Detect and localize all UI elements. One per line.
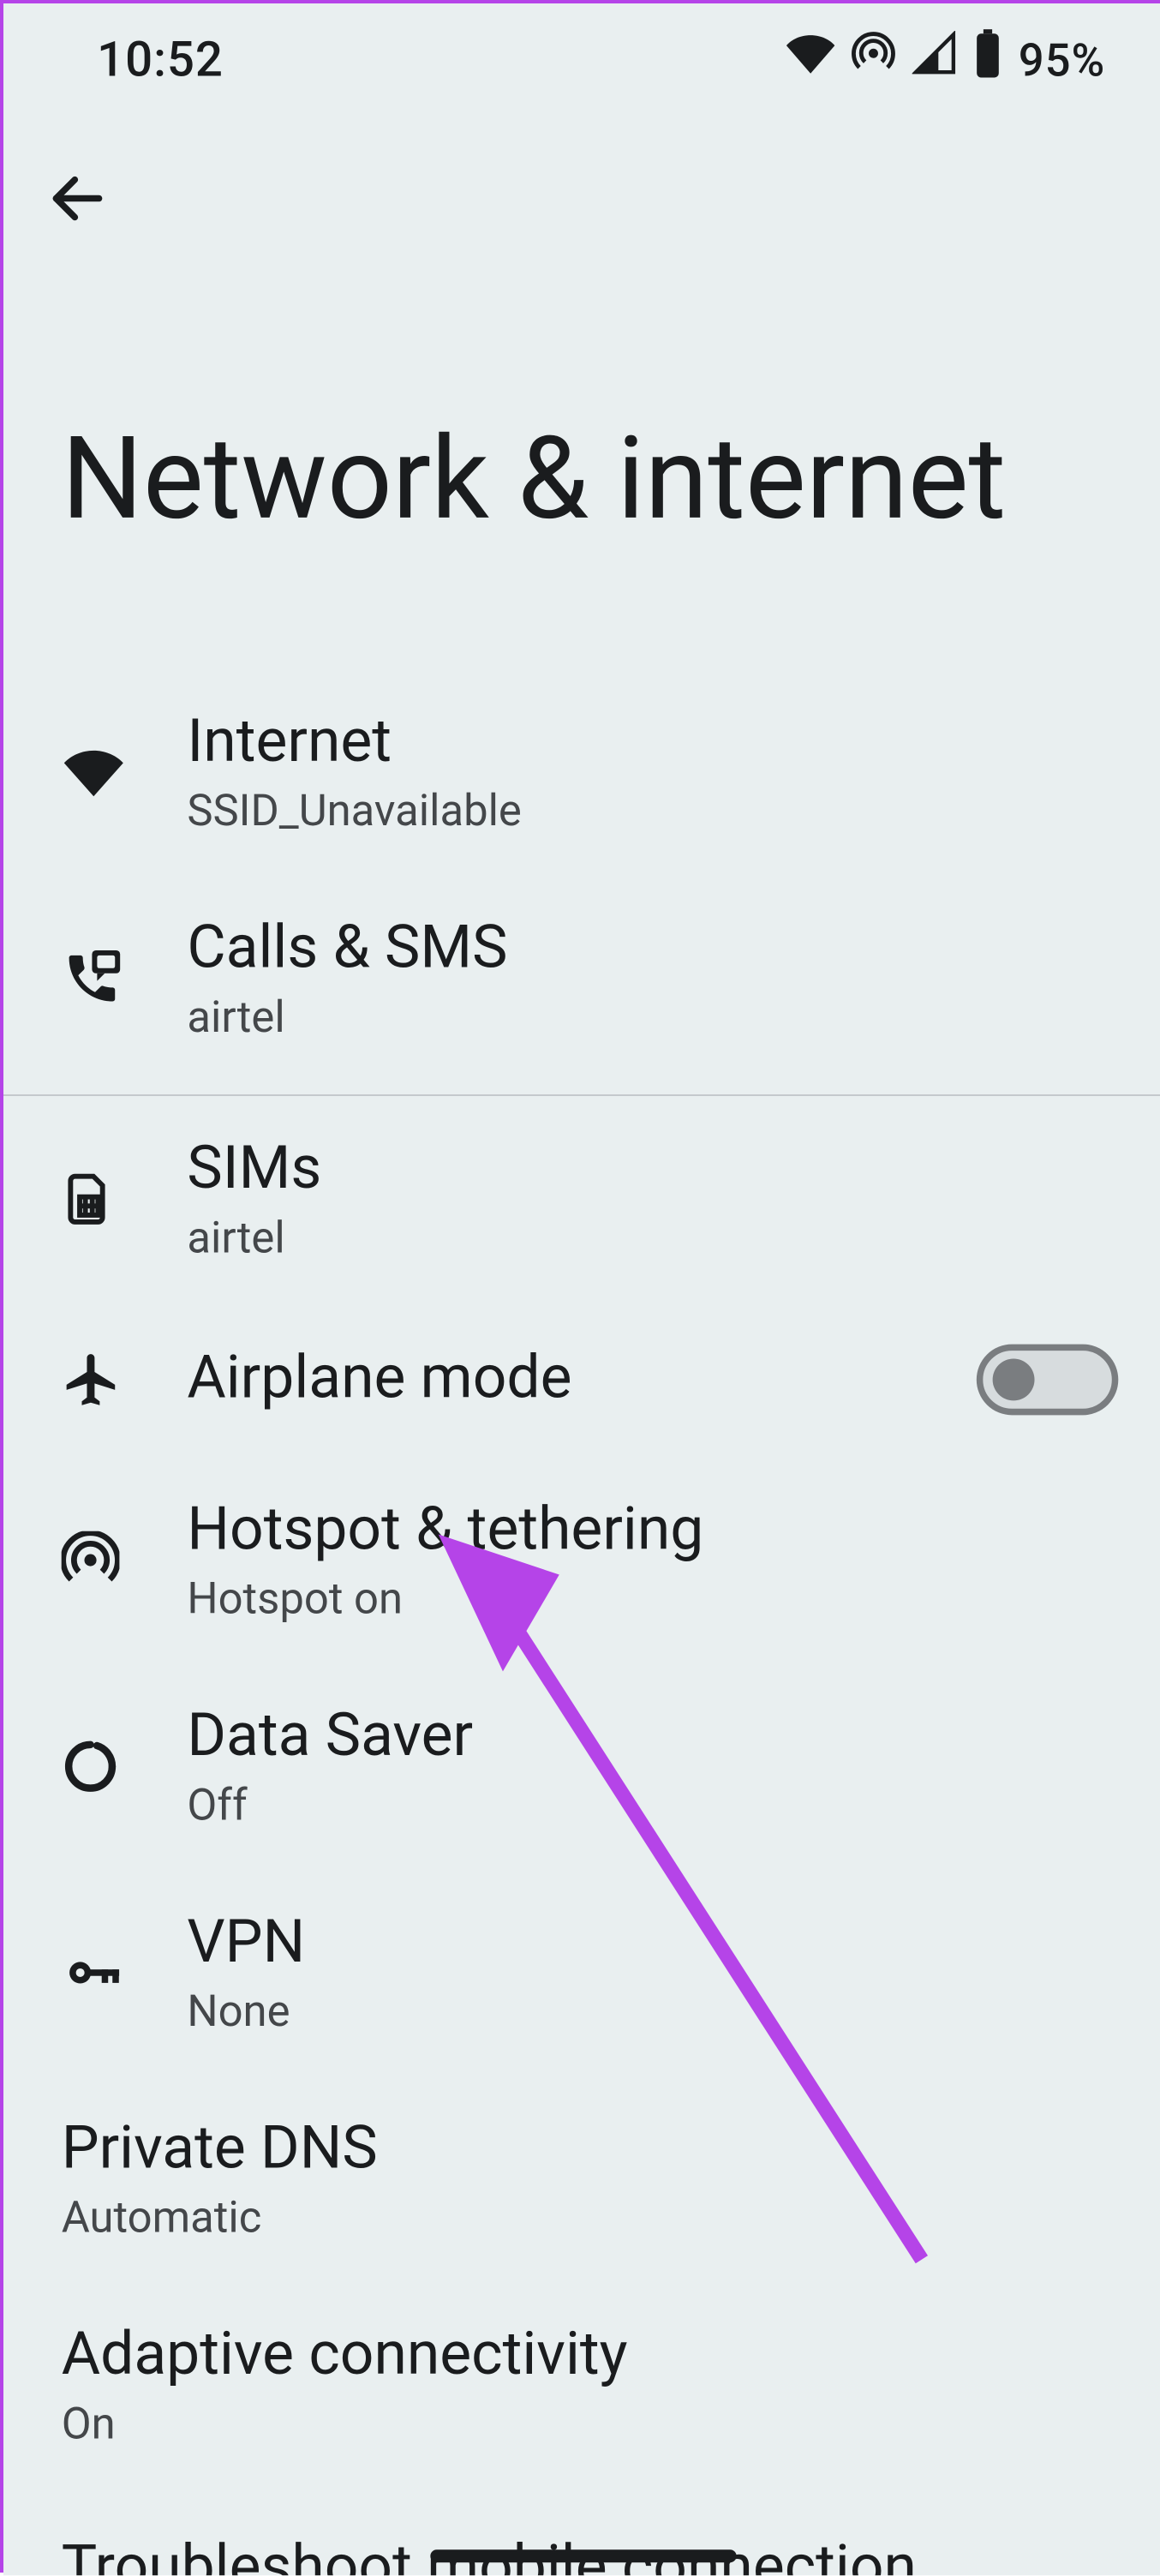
row-label: SIMs	[187, 1135, 1118, 1206]
row-calls-sms[interactable]: Calls & SMS airtel	[3, 875, 1160, 1081]
row-label: Data Saver	[187, 1702, 1118, 1773]
toggle-knob	[993, 1359, 1035, 1401]
row-subtext: Off	[187, 1780, 1118, 1831]
row-label: VPN	[187, 1908, 1118, 1979]
settings-list: Internet SSID_Unavailable Calls & SMS ai…	[3, 536, 1160, 2576]
statusbar: 10:52	[3, 3, 1160, 117]
row-adaptive-connectivity[interactable]: Adaptive connectivity On	[3, 2282, 1160, 2489]
row-label: Private DNS	[62, 2114, 1119, 2185]
row-subtext: Automatic	[62, 2192, 1119, 2244]
airplane-mode-toggle[interactable]	[977, 1345, 1118, 1416]
statusbar-icons: 95%	[786, 29, 1105, 90]
hotspot-icon	[851, 31, 896, 89]
airplane-icon	[62, 1349, 188, 1410]
row-subtext: airtel	[187, 1213, 1118, 1264]
row-sims[interactable]: SIMs airtel	[3, 1096, 1160, 1303]
row-label: Calls & SMS	[187, 914, 1118, 985]
row-subtext: On	[62, 2399, 1119, 2450]
row-internet[interactable]: Internet SSID_Unavailable	[3, 669, 1160, 876]
page-title: Network & internet	[3, 245, 1160, 536]
row-label: Hotspot & tethering	[187, 1495, 1118, 1567]
sim-icon	[62, 1171, 188, 1226]
row-label: Airplane mode	[187, 1344, 976, 1415]
back-button[interactable]	[33, 155, 123, 245]
row-private-dns[interactable]: Private DNS Automatic	[3, 2076, 1160, 2282]
arrow-back-icon	[45, 165, 110, 235]
home-indicator[interactable]	[430, 2550, 736, 2563]
phone-sms-icon	[62, 948, 188, 1009]
row-subtext: SSID_Unavailable	[187, 785, 1118, 836]
row-subtext: Hotspot on	[187, 1573, 1118, 1625]
wifi-icon	[62, 740, 188, 804]
wifi-icon	[786, 29, 834, 90]
statusbar-battery-text: 95%	[1019, 33, 1105, 87]
row-label: Internet	[187, 707, 1118, 778]
row-airplane-mode[interactable]: Airplane mode	[3, 1303, 1160, 1458]
battery-icon	[973, 29, 1002, 90]
signal-icon	[912, 31, 958, 89]
row-label: Adaptive connectivity	[62, 2321, 1119, 2392]
row-data-saver[interactable]: Data Saver Off	[3, 1663, 1160, 1870]
row-subtext: None	[187, 1986, 1118, 2037]
hotspot-icon	[62, 1531, 188, 1590]
data-saver-icon	[62, 1737, 188, 1795]
vpn-key-icon	[62, 1940, 188, 2004]
row-vpn[interactable]: VPN None	[3, 1870, 1160, 2076]
row-subtext: airtel	[187, 991, 1118, 1043]
row-hotspot-tethering[interactable]: Hotspot & tethering Hotspot on	[3, 1457, 1160, 1663]
statusbar-time: 10:52	[97, 32, 224, 88]
